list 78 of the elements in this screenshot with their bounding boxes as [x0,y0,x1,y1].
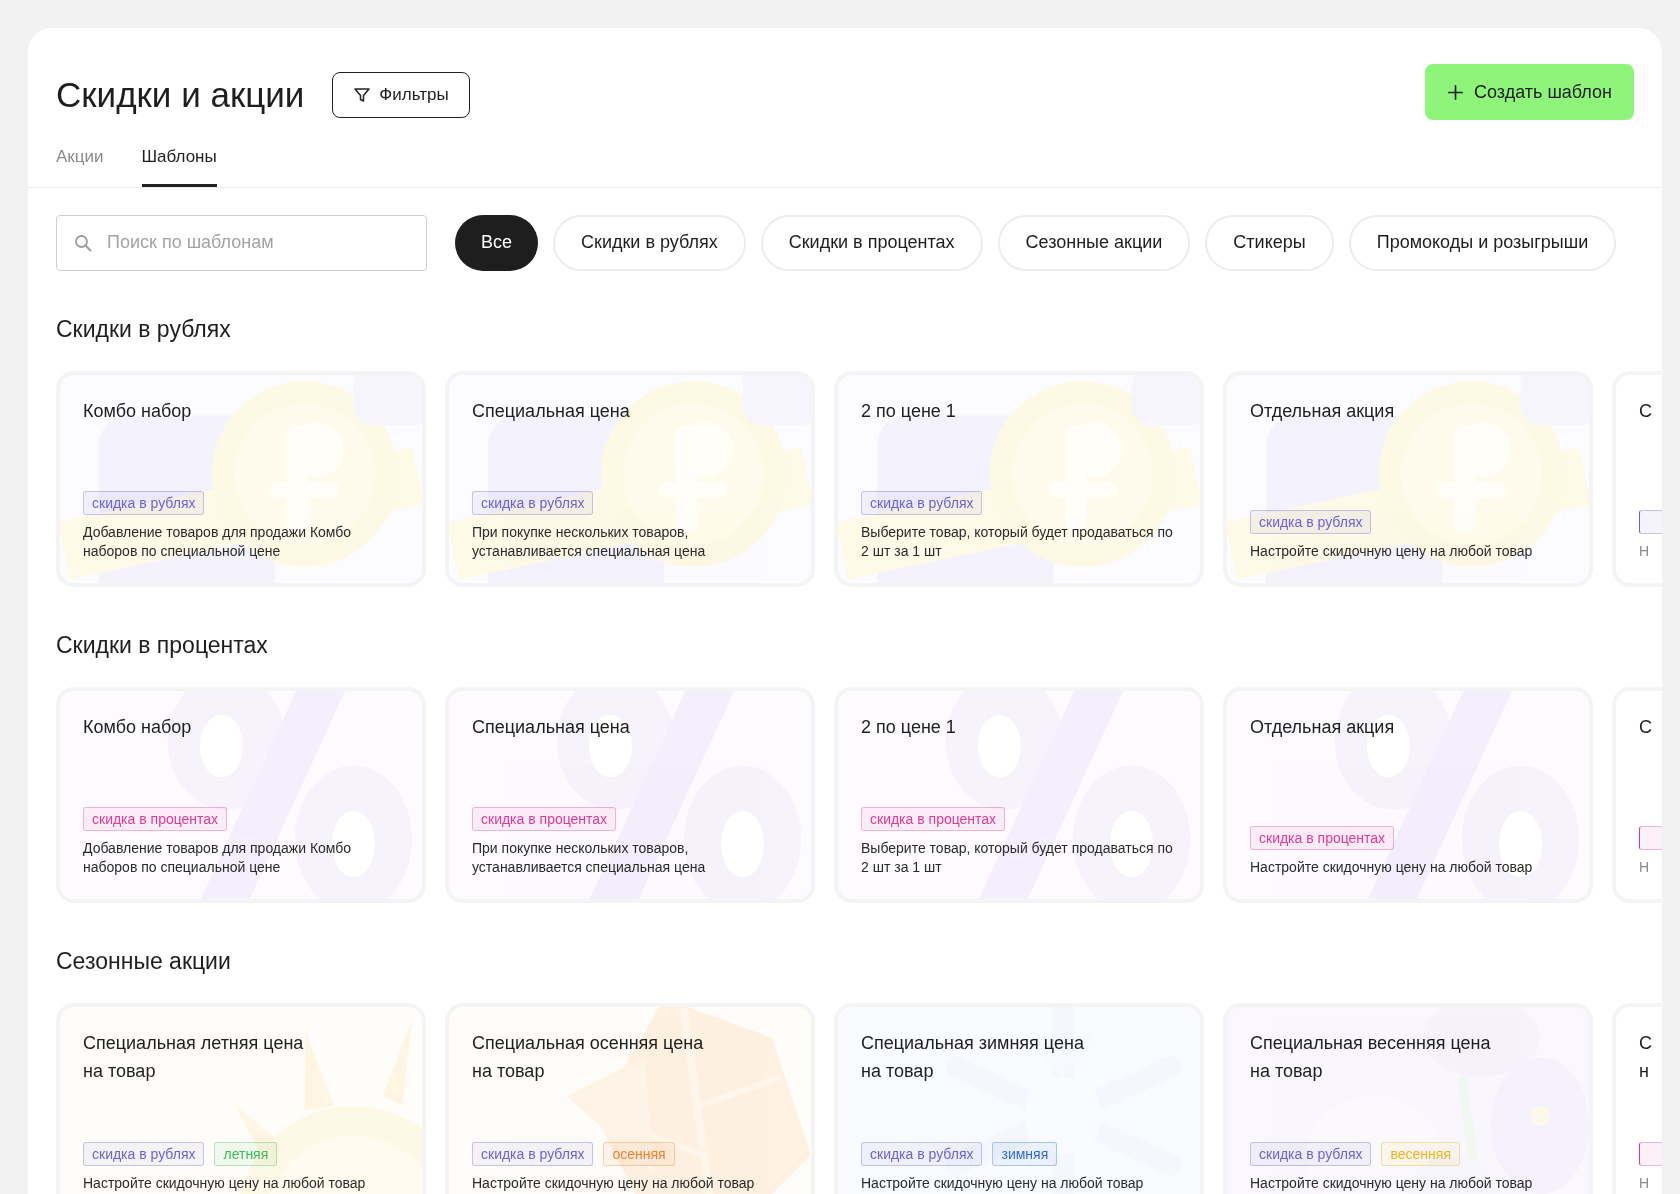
template-card[interactable]: Специальная зимняя цена на товар скидка в рублях зимняя Настройте скидочную цену на любой товар [834,1002,1204,1194]
filter-chip[interactable]: Скидки в рублях [553,214,746,271]
card-title: Комбо набор [83,715,193,739]
card-title: Отдельная акция [1250,715,1396,739]
filter-chip[interactable]: Все [455,214,539,271]
tag: скидка в рублях [472,490,594,515]
tag: осенняя [603,1141,675,1166]
card-description: При покупке нескольких товаров, устанавливается специальная цена [472,522,707,561]
filter-chip[interactable]: Сезонные акции [997,214,1191,271]
template-card[interactable]: 2 по цене 1 скидка в процентах Выберите товар, который будет продаваться по 2 шт за 1 шт [834,686,1204,903]
tag: весенняя [1381,1141,1460,1166]
card-description: Настройте скидочную цену на любой товар [1250,541,1534,561]
tag: скидка в рублях [83,490,205,515]
tag: скидка в рублях [83,1141,205,1166]
template-card[interactable]: 2 по цене 1 скидка в рублях Выберите товар, который будет продаваться по 2 шт за 1 шт [834,370,1204,587]
create-template-button[interactable]: Создать шаблон [1425,64,1634,120]
template-card[interactable]: Комбо набор скидка в процентах Добавление товаров для продажи Комбо наборов по специальной цене [56,686,426,903]
card-title: Специальная осенняя цена на товар [472,1031,705,1083]
card-description: Настройте скидочную цену на любой товар [83,1173,367,1193]
template-card[interactable]: Специальная весенняя цена на товар скидка в рублях весенняя Настройте скидочную цену на любой товар [1223,1002,1593,1194]
template-card[interactable]: Специальная цена скидка в рублях При покупке нескольких товаров, устанавливается специальная цена [445,370,815,587]
template-card[interactable]: Отдельная акция скидка в процентах Настройте скидочную цену на любой товар [1223,686,1593,903]
card-title: Комбо набор [83,399,193,423]
card-description: Добавление товаров для продажи Комбо наборов по специальной цене [83,838,353,877]
card-title: Специальная цена [472,715,631,739]
section-title: Сезонные акции [55,946,232,976]
card-title: Отдельная акция [1250,399,1396,423]
card-description: Настройте скидочную цену на любой товар [1250,857,1534,877]
search-field[interactable]: Поиск по шаблонам [56,214,427,271]
card-title: Специальная цена [472,399,631,423]
filter-chip[interactable]: Стикеры [1205,214,1334,271]
card-title: Специальная зимняя цена на товар [861,1031,1085,1083]
tag: скидка в процентах [861,806,1006,831]
tag: летняя [214,1141,278,1166]
filter-chip[interactable]: Промокоды и розыгрыши [1348,214,1617,271]
card-description: Н [1639,857,1651,877]
card-description: Настройте скидочную цену на любой товар [472,1173,756,1193]
card-title: С н [1639,1031,1653,1083]
plus-icon [1447,83,1464,101]
filter-chip[interactable]: Скидки в процентах [760,214,983,271]
section-title: Скидки в рублях [55,314,232,344]
tag: скидка в рублях [861,490,983,515]
template-card[interactable]: Специальная цена скидка в процентах При покупке нескольких товаров, устанавливается специальная цена [445,686,815,903]
tag: скидка в рублях [472,1141,594,1166]
filter-icon [353,86,372,104]
tag: скидка в процентах [472,806,617,831]
card-description: Настройте скидочную цену на любой товар [861,1173,1145,1193]
card-title: Специальная весенняя цена на товар [1250,1031,1492,1083]
template-card[interactable]: Специальная осенняя цена на товар скидка в рублях осенняя Настройте скидочную цену на любой товар [445,1002,815,1194]
card-description: Настройте скидочную цену на любой товар [1250,1173,1534,1193]
template-card[interactable]: С Н [1612,370,1662,587]
page-title: Скидки и акции [56,74,305,116]
card-title: С [1639,715,1653,739]
template-card[interactable]: Специальная летняя цена на товар скидка в рублях летняя Настройте скидочную цену на любой товар [56,1002,426,1194]
tag: скидка в процентах [1250,825,1395,850]
card-description: При покупке нескольких товаров, устанавливается специальная цена [472,838,707,877]
card-description: Выберите товар, который будет продаваться по 2 шт за 1 шт [861,522,1174,561]
template-card[interactable]: Комбо набор скидка в рублях Добавление товаров для продажи Комбо наборов по специальной цене [56,370,426,587]
card-title: 2 по цене 1 [861,399,957,423]
card-title: 2 по цене 1 [861,715,957,739]
card-description: Добавление товаров для продажи Комбо наборов по специальной цене [83,522,353,561]
tag: скидка в рублях [1250,1141,1372,1166]
card-title: С [1639,399,1653,423]
card-description: Выберите товар, который будет продаваться по 2 шт за 1 шт [861,838,1174,877]
template-card[interactable]: Отдельная акция скидка в рублях Настройте скидочную цену на любой товар [1223,370,1593,587]
tag: скидка в рублях [861,1141,983,1166]
search-icon [74,233,92,252]
template-card[interactable]: С н Н [1612,1002,1662,1194]
tab[interactable]: Шаблоны [141,144,217,187]
section-title: Скидки в процентах [55,630,269,660]
template-card[interactable]: С Н [1612,686,1662,903]
tag: скидка в рублях [1250,509,1372,534]
tag: скидка в процентах [83,806,228,831]
card-title: Специальная летняя цена на товар [83,1031,305,1083]
card-description: Н [1639,541,1651,561]
tag: зимняя [992,1141,1058,1166]
filters-button[interactable]: Фильтры [332,72,470,118]
card-description: Н [1639,1173,1651,1193]
